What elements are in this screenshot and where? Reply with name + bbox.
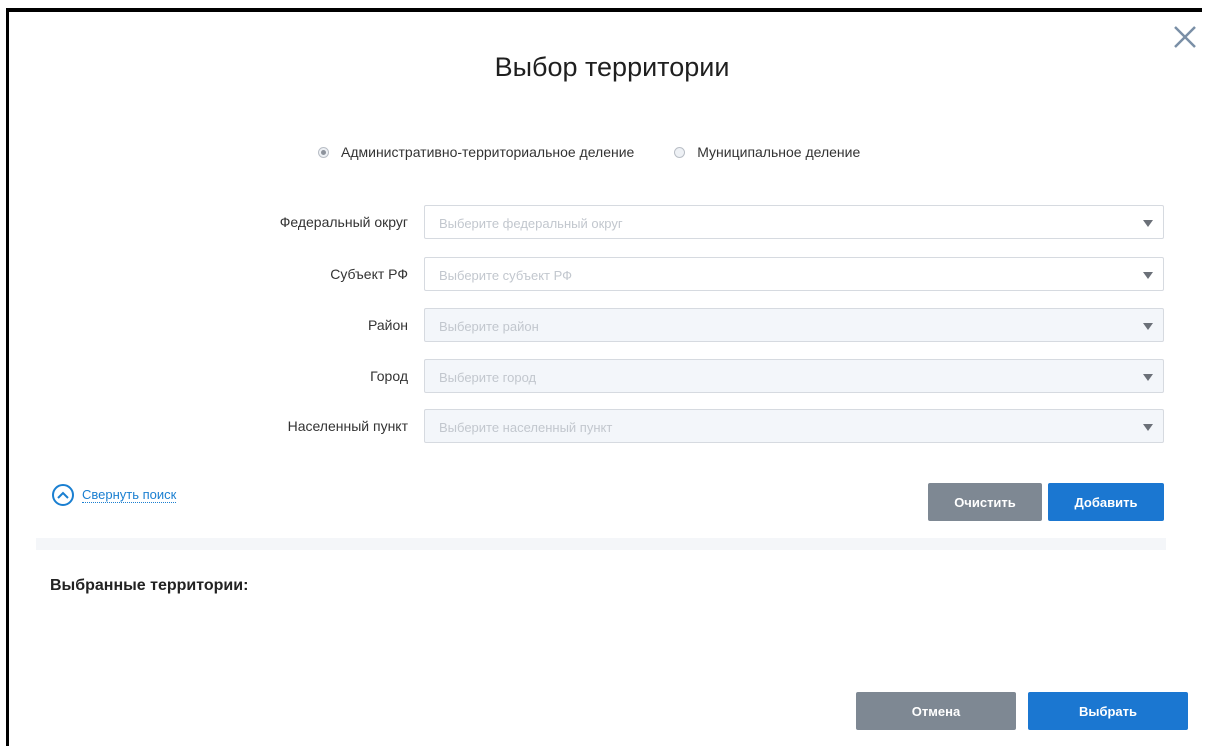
city-label: Город bbox=[370, 368, 408, 384]
district-label: Район bbox=[368, 317, 408, 333]
district-select[interactable]: Выберите район bbox=[424, 308, 1164, 342]
chevron-down-icon bbox=[1143, 424, 1153, 431]
radio-selected-icon bbox=[318, 146, 329, 158]
selected-territories-title: Выбранные территории: bbox=[50, 577, 249, 594]
radio-municipal-label: Муниципальное деление bbox=[697, 144, 861, 160]
clear-button[interactable]: Очистить bbox=[928, 483, 1042, 521]
federal-district-select[interactable]: Выберите федеральный округ bbox=[424, 205, 1164, 239]
city-select[interactable]: Выберите город bbox=[424, 359, 1164, 393]
federal-district-label: Федеральный округ bbox=[279, 214, 408, 230]
district-placeholder: Выберите район bbox=[439, 319, 539, 334]
field-row-federal-district: Федеральный округ Выберите федеральный о… bbox=[0, 205, 1208, 239]
chevron-up-circle-icon bbox=[52, 484, 74, 506]
section-divider bbox=[36, 538, 1166, 550]
settlement-select[interactable]: Выберите населенный пункт bbox=[424, 409, 1164, 443]
radio-municipal[interactable]: Муниципальное деление bbox=[674, 144, 860, 160]
settlement-placeholder: Выберите населенный пункт bbox=[439, 420, 613, 435]
select-button[interactable]: Выбрать bbox=[1028, 692, 1188, 730]
radio-unselected-icon bbox=[674, 146, 686, 158]
field-row-settlement: Населенный пункт Выберите населенный пун… bbox=[0, 409, 1208, 443]
federal-district-placeholder: Выберите федеральный округ bbox=[439, 216, 623, 231]
field-row-subject: Субъект РФ Выберите субъект РФ bbox=[0, 257, 1208, 291]
chevron-down-icon bbox=[1143, 272, 1153, 279]
radio-administrative-label: Административно-территориальное деление bbox=[341, 144, 635, 160]
field-row-district: Район Выберите район bbox=[0, 308, 1208, 342]
add-button[interactable]: Добавить bbox=[1048, 483, 1164, 521]
settlement-label: Населенный пункт bbox=[287, 418, 408, 434]
subject-label: Субъект РФ bbox=[330, 266, 408, 282]
radio-administrative[interactable]: Административно-территориальное деление bbox=[318, 144, 634, 160]
collapse-search-link[interactable]: Свернуть поиск bbox=[52, 484, 177, 506]
cancel-button[interactable]: Отмена bbox=[856, 692, 1016, 730]
city-placeholder: Выберите город bbox=[439, 370, 537, 385]
division-type-group: Административно-территориальное деление … bbox=[318, 144, 896, 161]
chevron-down-icon bbox=[1143, 374, 1153, 381]
subject-select[interactable]: Выберите субъект РФ bbox=[424, 257, 1164, 291]
collapse-search-label: Свернуть поиск bbox=[82, 487, 177, 503]
subject-placeholder: Выберите субъект РФ bbox=[439, 268, 573, 283]
close-icon[interactable] bbox=[1170, 22, 1200, 52]
dialog-title: Выбор территории bbox=[494, 52, 730, 82]
chevron-down-icon bbox=[1143, 220, 1153, 227]
chevron-down-icon bbox=[1143, 323, 1153, 330]
field-row-city: Город Выберите город bbox=[0, 359, 1208, 393]
